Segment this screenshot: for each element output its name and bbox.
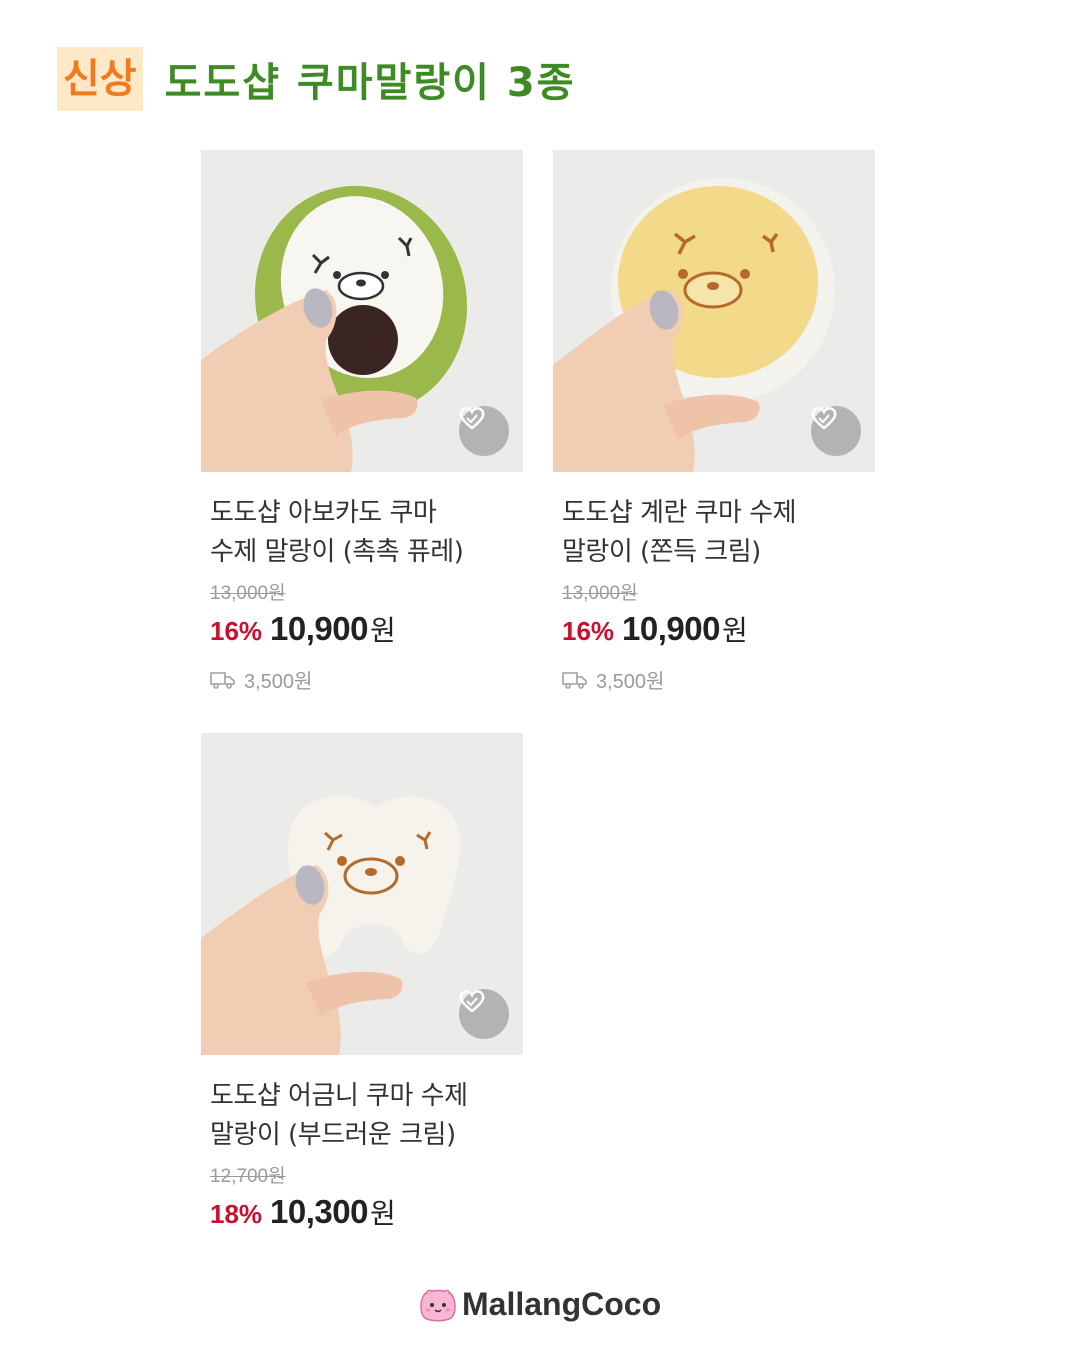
heart-icon [811,407,837,430]
product-name[interactable]: 도도샵 계란 쿠마 수제 말랑이 (쫀득 크림) [562,494,875,572]
wishlist-heart-button[interactable] [459,406,509,456]
delivery-truck-icon [562,671,587,689]
price-row: 16% 10,900 원 [210,609,523,649]
page-header: 신상 도도샵 쿠마말랑이 3종 [57,44,576,114]
product-name-line2: 말랑이 (부드러운 크림) [210,1120,456,1150]
product-name-line2: 말랑이 (쫀득 크림) [562,537,761,567]
sale-price: 10,900 [270,610,368,647]
product-card-molar[interactable]: 도도샵 어금니 쿠마 수제 말랑이 (부드러운 크림) 12,700원 18% … [201,733,523,1232]
product-name-line2: 수제 말랑이 (촉촉 퓨레) [210,537,464,567]
price-row: 18% 10,300 원 [210,1192,523,1232]
product-image-avocado[interactable] [201,150,523,472]
discount-rate: 16% [210,616,263,646]
heart-icon [459,407,485,430]
product-name[interactable]: 도도샵 아보카도 쿠마 수제 말랑이 (촉촉 퓨레) [210,494,523,572]
currency-label: 원 [369,614,396,647]
sale-price: 10,900 [622,610,720,647]
original-price: 12,700원 [210,1166,286,1187]
discount-rate: 16% [562,616,615,646]
discount-rate: 18% [210,1199,263,1229]
product-name-line1: 도도샵 아보카도 쿠마 [210,498,437,528]
shipping-fee: 3,500원 [562,665,875,694]
shipping-fee-value: 3,500원 [244,671,313,693]
product-card-egg[interactable]: 도도샵 계란 쿠마 수제 말랑이 (쫀득 크림) 13,000원 16% 10,… [553,150,875,694]
new-badge: 신상 [57,47,143,111]
product-name-line1: 도도샵 어금니 쿠마 수제 [210,1081,468,1111]
sale-price: 10,300 [270,1193,368,1230]
currency-label: 원 [721,614,748,647]
product-image-egg[interactable] [553,150,875,472]
original-price: 13,000원 [210,583,286,604]
footer-brand: MallangCoco [418,1286,661,1323]
brand-name: MallangCoco [462,1286,662,1322]
mallangcoco-logo-icon [420,1289,456,1321]
product-image-molar[interactable] [201,733,523,1055]
wishlist-heart-button[interactable] [459,989,509,1039]
delivery-truck-icon [210,671,235,689]
page-title: 도도샵 쿠마말랑이 3종 [164,60,576,106]
shipping-fee: 3,500원 [210,665,523,694]
wishlist-heart-button[interactable] [811,406,861,456]
currency-label: 원 [369,1197,396,1230]
product-name[interactable]: 도도샵 어금니 쿠마 수제 말랑이 (부드러운 크림) [210,1077,523,1155]
original-price: 13,000원 [562,583,638,604]
product-card-avocado[interactable]: 도도샵 아보카도 쿠마 수제 말랑이 (촉촉 퓨레) 13,000원 16% 1… [201,150,523,694]
shipping-fee-value: 3,500원 [596,671,665,693]
product-name-line1: 도도샵 계란 쿠마 수제 [562,498,797,528]
heart-icon [459,990,485,1013]
price-row: 16% 10,900 원 [562,609,875,649]
